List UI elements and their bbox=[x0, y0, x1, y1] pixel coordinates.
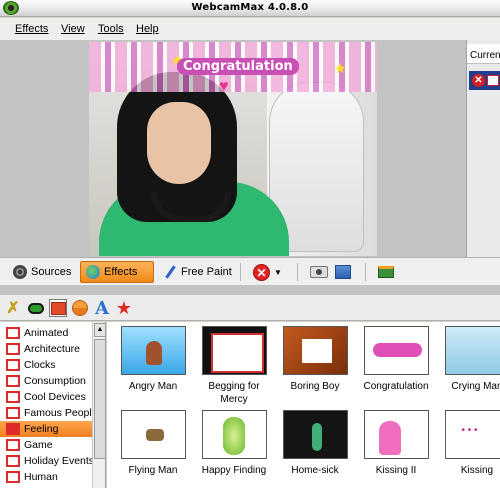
screen-icon bbox=[378, 266, 394, 278]
category-item[interactable]: Human bbox=[0, 469, 92, 485]
category-item[interactable]: Game bbox=[0, 437, 92, 453]
heart-icon: ♥ bbox=[219, 78, 229, 95]
scroll-up-icon[interactable]: ▲ bbox=[94, 323, 105, 337]
brush-icon bbox=[163, 265, 177, 279]
effect-flying-man[interactable]: Flying Man bbox=[115, 410, 191, 477]
category-item[interactable]: Architecture bbox=[0, 341, 92, 357]
menu-bar: Effects View Tools Help bbox=[0, 18, 500, 40]
effect-thumbnail bbox=[363, 326, 429, 375]
effects-grid: Angry Man Begging for Mercy Boring Boy C… bbox=[107, 322, 500, 488]
folder-icon bbox=[6, 327, 20, 339]
category-item[interactable]: Famous People bbox=[0, 405, 98, 421]
current-header: Current bbox=[467, 44, 500, 64]
webcam-preview[interactable]: ★ ★ ★ Congratulation ♥ bbox=[89, 42, 377, 256]
effect-thumbnail bbox=[282, 410, 348, 459]
effect-kissing[interactable]: Kissing bbox=[439, 410, 500, 477]
window-title: WebcamMax 4.0.8.0 bbox=[191, 2, 309, 13]
star-icon: ★ bbox=[115, 297, 133, 318]
title-bar: WebcamMax 4.0.8.0 bbox=[0, 0, 500, 17]
category-item[interactable]: Consumption bbox=[0, 373, 92, 389]
folder-icon bbox=[6, 359, 20, 371]
menu-tools[interactable]: Tools bbox=[98, 23, 124, 35]
effect-crying-man[interactable]: Crying Man bbox=[439, 326, 500, 393]
frame-tab[interactable] bbox=[49, 299, 67, 317]
effect-angry-man[interactable]: Angry Man bbox=[115, 326, 191, 393]
snapshot-button[interactable] bbox=[305, 261, 333, 283]
preview-area: ★ ★ ★ Congratulation ♥ bbox=[0, 40, 466, 257]
effect-thumbnail bbox=[120, 326, 186, 375]
category-scrollbar[interactable]: ▲ bbox=[92, 322, 105, 488]
folder-icon bbox=[6, 343, 20, 355]
effect-thumbnail bbox=[120, 410, 186, 459]
effect-overlay-text: Congratulation bbox=[177, 58, 299, 75]
effects-button[interactable]: Effects bbox=[80, 261, 154, 283]
remove-icon[interactable]: ✕ bbox=[472, 74, 485, 87]
category-list[interactable]: Animated Architecture Clocks Consumption… bbox=[0, 322, 106, 488]
scene-icon bbox=[72, 300, 88, 316]
current-effects-panel: Current ✕ bbox=[466, 40, 500, 257]
effect-congratulation[interactable]: Congratulation bbox=[358, 326, 434, 393]
text-icon: A bbox=[95, 297, 109, 319]
effect-begging-for-mercy[interactable]: Begging for Mercy bbox=[196, 326, 272, 406]
menu-effects[interactable]: Effects bbox=[15, 23, 48, 35]
favorites-tab[interactable]: ★ bbox=[115, 297, 133, 318]
menu-view[interactable]: View bbox=[61, 23, 85, 35]
effect-thumbnail bbox=[444, 326, 500, 375]
sources-icon bbox=[13, 265, 27, 279]
category-item-selected[interactable]: Feeling bbox=[0, 421, 92, 437]
folder-icon bbox=[6, 471, 20, 483]
effect-thumbnail bbox=[201, 326, 267, 375]
mask-icon bbox=[28, 302, 44, 314]
mask-tab[interactable] bbox=[27, 299, 45, 317]
category-item[interactable]: Holiday Events bbox=[0, 453, 94, 469]
wrench-icon: ✗ bbox=[6, 300, 20, 317]
text-tab[interactable]: A bbox=[93, 297, 111, 319]
clear-effects-button[interactable]: ✕ ▼ bbox=[248, 261, 287, 283]
camera-icon bbox=[310, 266, 328, 278]
effect-thumbnail bbox=[282, 326, 348, 375]
effects-icon bbox=[86, 265, 100, 279]
effect-boring-boy[interactable]: Boring Boy bbox=[277, 326, 353, 393]
folder-icon bbox=[6, 407, 20, 419]
folder-icon bbox=[6, 423, 20, 435]
free-paint-button[interactable]: Free Paint bbox=[158, 261, 237, 283]
menu-help[interactable]: Help bbox=[136, 23, 159, 35]
category-item[interactable]: Cool Devices bbox=[0, 389, 92, 405]
picture-in-picture-button[interactable] bbox=[373, 261, 399, 283]
effects-type-toolbar: ✗ A ★ bbox=[0, 295, 500, 321]
effect-thumbnail bbox=[201, 410, 267, 459]
record-button[interactable] bbox=[330, 261, 356, 283]
category-item[interactable]: Animated bbox=[0, 325, 92, 341]
effect-home-sick[interactable]: Home-sick bbox=[277, 410, 353, 477]
dropdown-arrow-icon[interactable]: ▼ bbox=[274, 268, 282, 277]
scene-tab[interactable] bbox=[71, 299, 89, 317]
effect-thumbnail bbox=[363, 410, 429, 459]
frame-icon bbox=[50, 301, 66, 315]
category-item[interactable]: Clocks bbox=[0, 357, 92, 373]
main-toolbar: Sources Effects Free Paint ✕ ▼ bbox=[0, 257, 500, 285]
stop-icon: ✕ bbox=[253, 263, 270, 281]
tools-tab[interactable]: ✗ bbox=[4, 299, 22, 317]
folder-icon bbox=[6, 455, 20, 467]
folder-icon bbox=[6, 439, 20, 451]
effect-preview-icon bbox=[487, 75, 499, 86]
star-icon: ★ bbox=[334, 60, 347, 76]
effect-kissing-ii[interactable]: Kissing II bbox=[358, 410, 434, 477]
folder-icon bbox=[6, 375, 20, 387]
sources-button[interactable]: Sources bbox=[8, 261, 76, 283]
current-effect-item[interactable]: ✕ bbox=[469, 71, 500, 90]
scroll-thumb[interactable] bbox=[94, 339, 105, 459]
record-icon bbox=[335, 265, 351, 279]
effect-happy-finding[interactable]: Happy Finding bbox=[196, 410, 272, 477]
folder-icon bbox=[6, 391, 20, 403]
effect-thumbnail bbox=[444, 410, 500, 459]
